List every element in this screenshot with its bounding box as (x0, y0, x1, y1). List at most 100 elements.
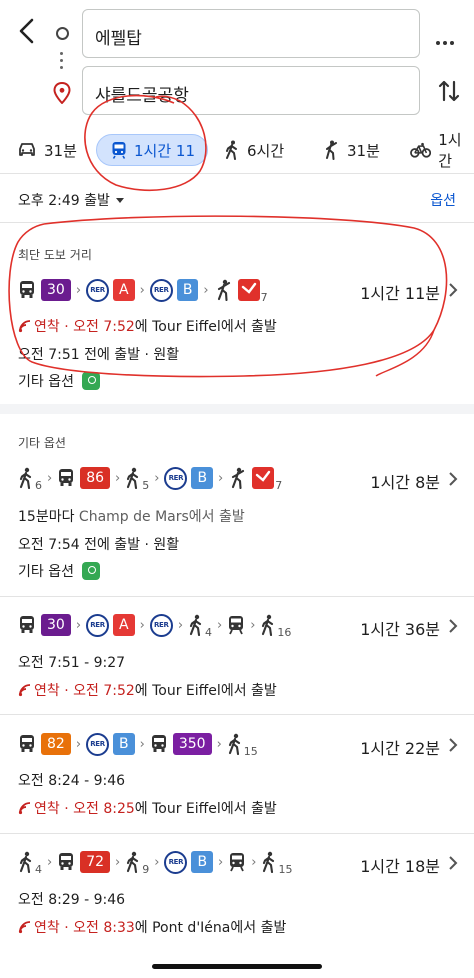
chevron-right-icon: › (47, 470, 53, 486)
location-pin-icon (81, 562, 100, 580)
delay-status: 연착 (34, 319, 60, 335)
tab-driving-label: 31분 (44, 141, 77, 160)
airport-shuttle-icon (237, 279, 260, 301)
depart-time-selector[interactable]: 오후 2:49 출발 (18, 190, 124, 210)
destination-pin-icon (53, 82, 71, 104)
destination-input[interactable]: 샤를드골공항 (82, 66, 420, 115)
tab-driving[interactable]: 31분 (17, 134, 77, 166)
walk-icon (19, 851, 32, 873)
walk-icon (189, 614, 202, 636)
chevron-right-icon (449, 283, 458, 297)
walk-minutes: 5 (142, 478, 150, 492)
route-time-range: 오전 8:24 - 9:46 (18, 773, 126, 789)
tab-walking[interactable]: 6시간 (224, 134, 284, 166)
tab-rideshare-label: 31분 (347, 141, 380, 160)
swap-direction-icon[interactable] (438, 78, 460, 104)
route-delay-line: 연착 · 오전 7:52에 Tour Eiffel에서 출발 (18, 316, 277, 336)
rer-line-b-badge: B (113, 733, 135, 755)
header-divider (0, 222, 474, 223)
chevron-right-icon: › (139, 282, 145, 298)
walk-icon (127, 467, 139, 489)
back-arrow-icon[interactable] (14, 16, 40, 46)
live-signal-icon (18, 320, 31, 333)
bus-badge-82: 82 (41, 733, 71, 755)
walk-icon (262, 614, 274, 636)
section-label-other: 기타 옵션 (18, 436, 66, 450)
delay-time: 오전 8:33 (73, 920, 135, 936)
bus-badge-72: 72 (80, 851, 111, 873)
rer-line-b-badge: B (176, 279, 199, 301)
chevron-right-icon: › (251, 854, 257, 870)
chevron-right-icon: › (218, 470, 224, 486)
rer-line-a-badge: A (113, 279, 135, 301)
walk-icon (217, 279, 230, 301)
bus-icon (20, 281, 34, 298)
depart-time-label: 오후 2:49 출발 (18, 193, 110, 209)
route-duration: 1시간 18분 (360, 857, 440, 876)
chevron-right-icon (449, 856, 458, 870)
rer-logo-icon: RER (164, 850, 188, 874)
tab-transit[interactable]: 1시간 11 (96, 134, 208, 166)
other-options-row[interactable]: 기타 옵션 (18, 371, 100, 391)
walk-minutes: 4 (205, 625, 213, 639)
options-link[interactable]: 옵션 (430, 190, 456, 210)
home-indicator[interactable] (152, 964, 322, 969)
more-options-icon[interactable] (436, 30, 457, 49)
walk-minutes: 6 (35, 478, 42, 492)
walk-icon (19, 467, 32, 489)
bus-badge-30: 30 (41, 279, 71, 301)
walk-icon (228, 733, 240, 755)
chevron-right-icon: › (75, 282, 82, 298)
route-steps: 30 › RER A › RER › 4 › › 16 (18, 612, 292, 639)
tabs-divider (0, 173, 474, 174)
delay-time: 오전 7:52 (73, 683, 135, 699)
delay-place: 에 Tour Eiffel에서 출발 (134, 801, 277, 817)
bus-icon (20, 735, 34, 752)
frequency-text: 15분마다 (18, 509, 75, 525)
route-duration: 1시간 8분 (370, 473, 440, 492)
bus-icon (151, 735, 166, 752)
route-divider (0, 833, 474, 834)
live-signal-icon (18, 802, 31, 815)
tab-cycling[interactable]: 1시간 (410, 131, 474, 170)
walk-minutes: 16 (277, 625, 292, 639)
chevron-right-icon: › (154, 854, 160, 870)
delay-time: 오전 8:25 (73, 801, 135, 817)
other-options-row[interactable]: 기타 옵션 (18, 561, 100, 581)
chevron-right-icon: › (115, 854, 121, 870)
route-duration: 1시간 36분 (360, 620, 440, 639)
rer-logo-icon: RER (86, 613, 110, 637)
route-delay-line: 연착 · 오전 8:33에 Pont d'Iéna에서 출발 (18, 917, 286, 937)
route-time-range: 오전 7:51 - 9:27 (18, 655, 126, 671)
chevron-right-icon: › (115, 470, 121, 486)
tab-transit-label: 1시간 11 (134, 141, 195, 160)
route-time-range: 오전 8:29 - 9:46 (18, 892, 126, 908)
origin-dot-icon (56, 27, 69, 40)
chevron-right-icon: › (203, 282, 209, 298)
chevron-right-icon: › (154, 470, 160, 486)
delay-time: 오전 7:52 (73, 319, 135, 335)
route-steps: 30 › RER A › RER B › 7 (18, 277, 268, 304)
rer-line-a-badge: A (113, 614, 135, 636)
rer-logo-icon: RER (149, 278, 173, 302)
chevron-right-icon: › (75, 736, 82, 752)
caret-down-icon (115, 197, 124, 203)
route-duration: 1시간 11분 (360, 284, 440, 303)
chevron-right-icon: › (216, 736, 222, 752)
chevron-right-icon: › (218, 854, 224, 870)
chevron-right-icon: › (75, 617, 82, 633)
route-duration: 1시간 22분 (360, 739, 440, 758)
tab-rideshare[interactable]: 31분 (322, 134, 380, 166)
airport-shuttle-icon (252, 467, 275, 489)
walk-icon (127, 851, 139, 873)
rer-logo-icon: RER (86, 732, 110, 756)
rer-logo-icon: RER (164, 466, 188, 490)
route-frequency-line: 15분마다 Champ de Mars에서 출발 (18, 506, 245, 526)
walk-minutes: 15 (278, 862, 293, 876)
origin-input[interactable]: 에펠탑 (82, 9, 420, 58)
delay-place: 에 Tour Eiffel에서 출발 (134, 319, 277, 335)
live-signal-icon (18, 921, 31, 934)
route-steps: 6 › 86 › 5 › RER B › 7 (18, 465, 282, 492)
chevron-right-icon (449, 738, 458, 752)
delay-place: 에 Tour Eiffel에서 출발 (134, 683, 277, 699)
